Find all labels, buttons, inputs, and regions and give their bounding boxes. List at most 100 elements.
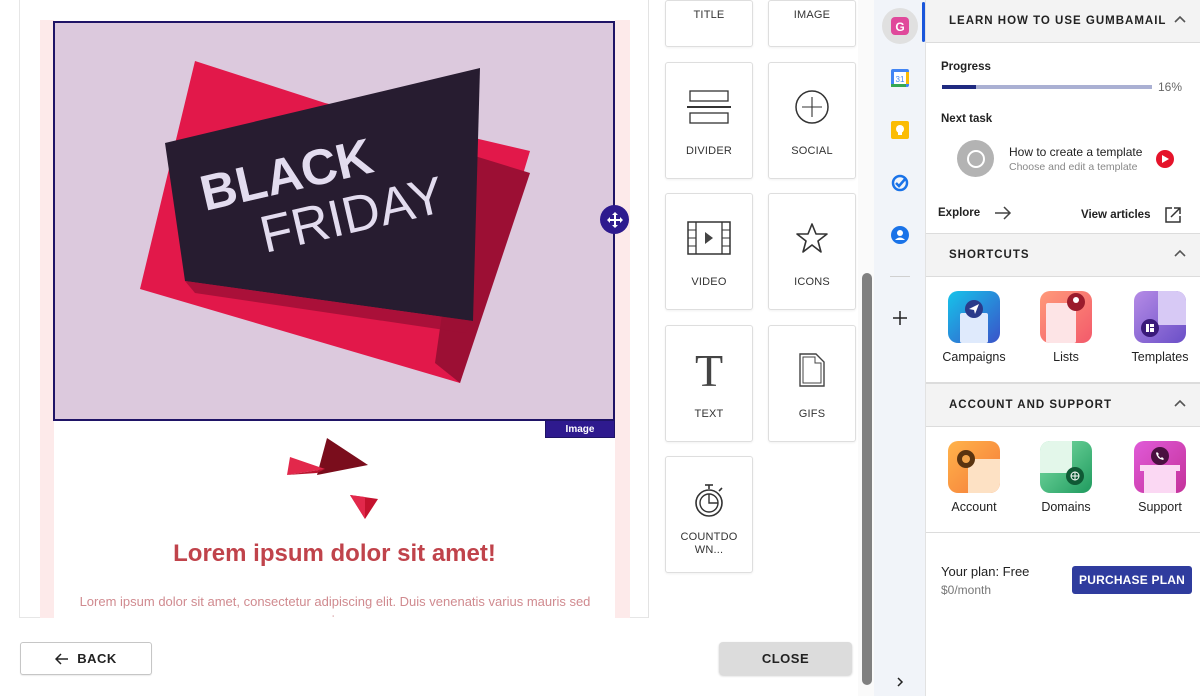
- next-task-label: Next task: [941, 113, 993, 125]
- account-section-title: ACCOUNT AND SUPPORT: [949, 399, 1112, 411]
- block-label: GIFS: [798, 408, 826, 420]
- block-image[interactable]: IMAGE: [768, 0, 856, 47]
- chevron-up-icon: [1174, 399, 1186, 407]
- divider-icon: [686, 85, 732, 129]
- block-label: VIDEO: [691, 276, 727, 288]
- campaigns-icon: [948, 291, 1000, 343]
- block-type-tag: Image: [545, 420, 615, 438]
- shortcut-label: Domains: [1041, 500, 1091, 514]
- block-label: DIVIDER: [685, 145, 733, 157]
- gumbamail-icon: G: [891, 17, 909, 35]
- block-label: ICONS: [794, 276, 830, 288]
- external-link-icon: [1165, 207, 1182, 223]
- play-video-button[interactable]: [1156, 150, 1174, 168]
- explore-link[interactable]: Explore: [938, 206, 1012, 220]
- shortcut-label: Campaigns: [942, 350, 1006, 364]
- purchase-plan-button[interactable]: PURCHASE PLAN: [1072, 566, 1192, 594]
- file-icon: [797, 348, 827, 392]
- lists-icon: [1040, 291, 1092, 343]
- task-title[interactable]: How to create a template: [1009, 145, 1142, 159]
- rail-divider: [890, 276, 910, 277]
- blocks-panel: TITLE IMAGE DIVIDER SOCIAL VIDEO ICONS T…: [648, 0, 858, 618]
- move-handle[interactable]: [600, 205, 629, 234]
- app-rail: G 31: [874, 0, 926, 696]
- block-label: TEXT: [694, 408, 724, 420]
- support-icon: [1134, 441, 1186, 493]
- task-status-icon: [957, 140, 994, 177]
- shortcut-lists[interactable]: Lists: [1026, 291, 1106, 364]
- plan-price: $0/month: [941, 583, 992, 597]
- shortcut-support[interactable]: Support: [1120, 441, 1200, 514]
- shards-image: [287, 438, 378, 519]
- shortcut-campaigns[interactable]: Campaigns: [934, 291, 1014, 364]
- svg-text:T: T: [695, 350, 723, 390]
- rail-add-button[interactable]: [882, 300, 918, 336]
- domains-icon: [1040, 441, 1092, 493]
- block-divider[interactable]: DIVIDER: [665, 62, 753, 179]
- block-text[interactable]: T TEXT: [665, 325, 753, 442]
- rail-active-indicator: [922, 2, 925, 42]
- text-t-icon: T: [692, 348, 726, 392]
- email-paragraph[interactable]: Lorem ipsum dolor sit amet, consectetur …: [70, 592, 600, 618]
- explore-label: Explore: [938, 207, 981, 219]
- shortcut-templates[interactable]: Templates: [1120, 291, 1200, 364]
- shortcut-domains[interactable]: Domains: [1026, 441, 1106, 514]
- rail-calendar[interactable]: 31: [882, 60, 918, 96]
- templates-icon: [1134, 291, 1186, 343]
- app-root: BLACK FRIDAY Image Lorem ipsum dolor sit…: [0, 0, 1200, 696]
- block-social[interactable]: SOCIAL: [768, 62, 856, 179]
- stopwatch-icon: [692, 479, 726, 523]
- block-label: COUNTDO WN...: [680, 531, 738, 556]
- play-icon: [1162, 155, 1169, 163]
- keep-bulb-icon: [891, 121, 909, 139]
- back-label: BACK: [77, 651, 117, 666]
- video-icon: [686, 216, 732, 260]
- view-articles-label: View articles: [1081, 209, 1151, 221]
- contacts-person-icon: [891, 226, 909, 244]
- chevron-up-icon: [1174, 249, 1186, 257]
- block-gifs[interactable]: GIFS: [768, 325, 856, 442]
- block-icons[interactable]: ICONS: [768, 193, 856, 310]
- plan-name: Your plan: Free: [941, 564, 1030, 579]
- image-block-selected[interactable]: BLACK FRIDAY: [53, 21, 615, 421]
- shortcut-label: Support: [1138, 500, 1182, 514]
- chevron-right-icon: [897, 677, 904, 687]
- block-video[interactable]: VIDEO: [665, 193, 753, 310]
- rail-tasks[interactable]: [882, 165, 918, 201]
- account-section-header[interactable]: ACCOUNT AND SUPPORT: [926, 383, 1200, 427]
- tasks-check-icon: [891, 174, 909, 192]
- arrow-right-icon: [995, 206, 1012, 220]
- learn-section-title: LEARN HOW TO USE GUMBAMAIL: [949, 15, 1167, 27]
- back-button[interactable]: BACK: [20, 642, 152, 675]
- rail-expand-button[interactable]: [882, 672, 918, 692]
- scrollbar-thumb[interactable]: [862, 273, 872, 685]
- svg-text:31: 31: [896, 75, 905, 84]
- account-icon: [948, 441, 1000, 493]
- progress-fill: [942, 85, 976, 89]
- shortcut-label: Templates: [1131, 350, 1189, 364]
- shortcuts-section-header[interactable]: SHORTCUTS: [926, 233, 1200, 277]
- rail-gumbamail[interactable]: G: [882, 8, 918, 44]
- shortcuts-row: Campaigns Lists Templates: [926, 277, 1200, 383]
- shortcut-label: Lists: [1053, 350, 1079, 364]
- move-arrows-icon: [606, 211, 623, 228]
- close-button[interactable]: CLOSE: [719, 642, 852, 675]
- view-articles-link[interactable]: View articles: [1081, 206, 1182, 224]
- block-title[interactable]: TITLE: [665, 0, 753, 47]
- rail-contacts[interactable]: [882, 217, 918, 253]
- account-row: Account Domains Support: [926, 427, 1200, 533]
- shortcut-account[interactable]: Account: [934, 441, 1014, 514]
- calendar-icon: 31: [891, 69, 909, 87]
- block-countdown[interactable]: COUNTDO WN...: [665, 456, 753, 573]
- learn-section-header[interactable]: LEARN HOW TO USE GUMBAMAIL: [926, 0, 1200, 43]
- black-friday-image: BLACK FRIDAY: [140, 61, 530, 383]
- block-label: SOCIAL: [791, 145, 833, 157]
- plus-icon: [893, 311, 907, 325]
- chevron-up-icon: [1174, 15, 1186, 23]
- email-headline[interactable]: Lorem ipsum dolor sit amet!: [54, 540, 615, 568]
- star-icon: [795, 216, 829, 260]
- rail-keep[interactable]: [882, 112, 918, 148]
- arrow-left-icon: [55, 652, 69, 665]
- block-label: IMAGE: [793, 9, 831, 21]
- shortcut-label: Account: [951, 500, 997, 514]
